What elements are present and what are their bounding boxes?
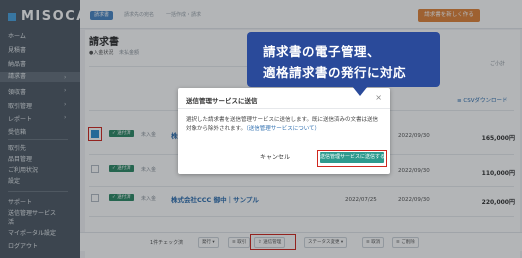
callout-line-2: 適格請求書の発行に対応 [263, 65, 407, 80]
help-link[interactable]: （送信管理サービスについて） [246, 126, 320, 132]
dialog-divider [178, 108, 390, 109]
dialog-body: 選択した請求書を送信管理サービスに送信します。既に送信済みの文書は送信対象から除… [186, 116, 382, 134]
close-icon[interactable]: × [375, 93, 382, 102]
callout-pointer [352, 86, 368, 96]
feature-callout: 請求書の電子管理、 適格請求書の発行に対応 [247, 32, 440, 87]
app-window: MISOCA ホーム 見積書 納品書 請求書 › 領収書 › 取引管理 › レポ… [0, 0, 522, 258]
cancel-button[interactable]: キャンセル [254, 152, 296, 164]
dialog-title: 送信管理サービスに送信 [186, 97, 258, 105]
callout-line-1: 請求書の電子管理、 [263, 44, 381, 59]
send-button-highlight [317, 150, 387, 167]
